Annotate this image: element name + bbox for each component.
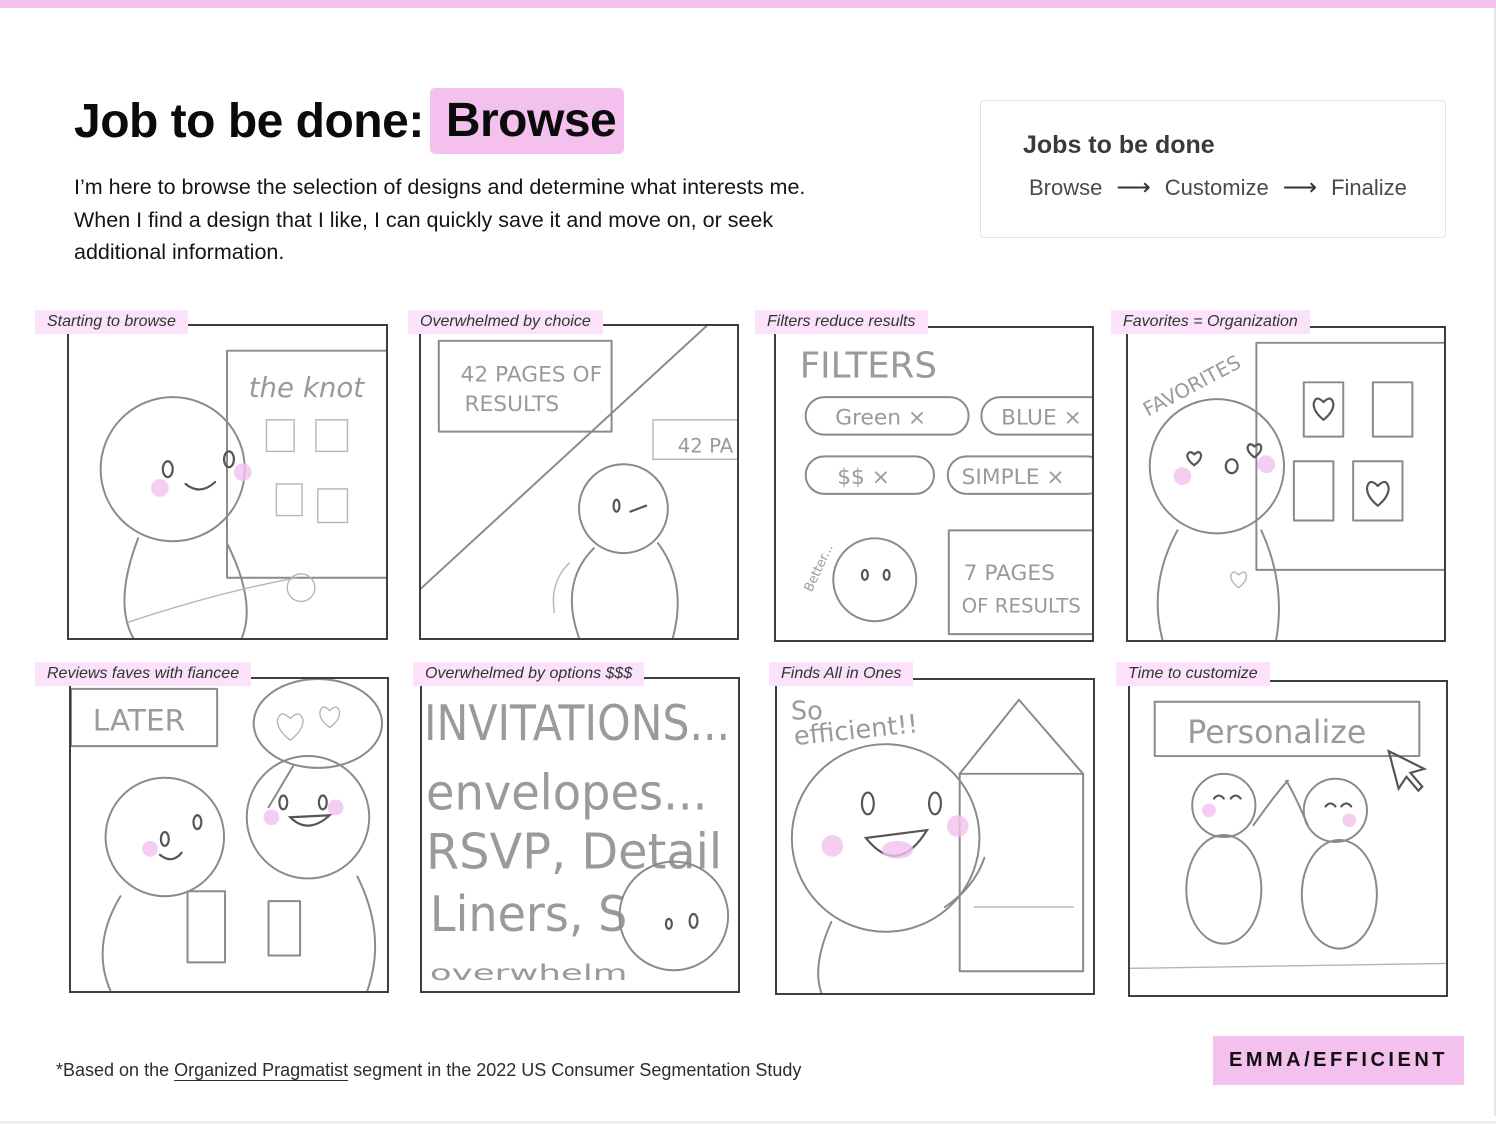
panel-sketch: FAVORITES xyxy=(1126,326,1446,642)
arrow-right-icon: ⟶ xyxy=(1282,174,1318,201)
panel-label: Time to customize xyxy=(1116,662,1270,686)
job-description: I’m here to browse the selection of desi… xyxy=(74,175,806,264)
panel-sketch: Personalize xyxy=(1128,680,1448,997)
title-prefix: Job to be done: xyxy=(74,94,424,148)
footnote-link-organized-pragmatist[interactable]: Organized Pragmatist xyxy=(174,1060,348,1080)
jobs-step-browse: Browse xyxy=(1029,174,1103,200)
sketch-text: BLUE × xyxy=(1001,406,1082,431)
panel-sketch: INVITATIONS... envelopes... RSVP, Detail… xyxy=(420,677,740,993)
sketch-overwhelmed-by-options: INVITATIONS... envelopes... RSVP, Detail… xyxy=(424,694,730,986)
footnote: *Based on the Organized Pragmatist segme… xyxy=(56,1060,801,1081)
jobs-to-be-done-card: Jobs to be done Browse ⟶ Customize ⟶ Fin… xyxy=(980,100,1446,238)
top-accent-bar xyxy=(0,0,1496,8)
panel-sketch: 42 PAGES OF RESULTS 42 PA xyxy=(419,324,739,640)
panel-label: Filters reduce results xyxy=(755,310,928,334)
panel-sketch: So efficient!! xyxy=(775,678,1095,995)
panel-label: Favorites = Organization xyxy=(1111,310,1310,334)
footnote-prefix: *Based on the xyxy=(56,1060,175,1080)
sketch-text: 42 PAGES OF xyxy=(461,362,603,387)
sketch-text: 7 PAGES xyxy=(964,561,1055,586)
brand-badge: EMMA/EFFICIENT xyxy=(1213,1036,1464,1085)
panel-label: Finds All in Ones xyxy=(769,662,914,686)
sketch-text: $$ × xyxy=(837,465,890,490)
sketch-text: Better... xyxy=(802,542,837,595)
sketch-overwhelmed-by-choice: 42 PAGES OF RESULTS 42 PA xyxy=(421,326,737,638)
panel-label: Reviews faves with fiancee xyxy=(35,662,252,686)
sketch-time-to-customize: Personalize xyxy=(1130,700,1446,970)
sketch-text: FAVORITES xyxy=(1139,351,1244,422)
sketch-text: LATER xyxy=(93,703,185,737)
sketch-text: 42 PA xyxy=(678,434,734,457)
arrow-right-icon: ⟶ xyxy=(1116,174,1151,201)
jobs-card-title: Jobs to be done xyxy=(1023,131,1215,159)
sketch-favorites-organization: FAVORITES xyxy=(1139,341,1444,640)
panel-sketch: FILTERS Green × BLUE × $$ × SIMPLE × Bet… xyxy=(774,326,1094,642)
panel-sketch: LATER xyxy=(69,677,389,993)
sketch-text: Green × xyxy=(835,406,926,431)
panel-label: Overwhelmed by options $$$ xyxy=(413,662,645,686)
panel-label: Starting to browse xyxy=(35,310,188,334)
title-highlight-browse: Browse xyxy=(429,88,625,154)
page-title: Job to be done: Browse xyxy=(74,88,625,154)
sketch-starting-to-browse: the knot xyxy=(99,349,386,638)
panel-label: Overwhelmed by choice xyxy=(408,310,603,334)
sketch-text: envelopes... xyxy=(426,763,707,821)
sketch-text: the knot xyxy=(249,371,366,404)
footnote-suffix: segment in the 2022 US Consumer Segmenta… xyxy=(348,1060,802,1080)
sketch-finds-all-in-ones: So efficient!! xyxy=(790,696,1085,993)
sketch-text: Liners, S xyxy=(430,885,627,943)
sketch-filters-reduce-results: FILTERS Green × BLUE × $$ × SIMPLE × Bet… xyxy=(800,345,1092,636)
jobs-step-customize: Customize xyxy=(1164,174,1269,200)
sketch-text: FILTERS xyxy=(800,345,937,386)
sketch-text: overwhelm xyxy=(430,961,627,986)
jobs-flow: Browse ⟶ Customize ⟶ Finalize xyxy=(1029,173,1407,202)
sketch-text: RESULTS xyxy=(464,392,559,417)
sketch-text: Personalize xyxy=(1187,715,1366,751)
sketch-text: OF RESULTS xyxy=(962,594,1081,617)
jobs-step-finalize: Finalize xyxy=(1331,174,1407,200)
sketch-text: RSVP, Detail xyxy=(426,823,722,881)
sketch-text: SIMPLE × xyxy=(962,465,1065,490)
sketch-reviews-faves: LATER xyxy=(71,679,384,991)
sketch-text: INVITATIONS... xyxy=(424,694,730,752)
panel-sketch: the knot xyxy=(67,324,388,640)
